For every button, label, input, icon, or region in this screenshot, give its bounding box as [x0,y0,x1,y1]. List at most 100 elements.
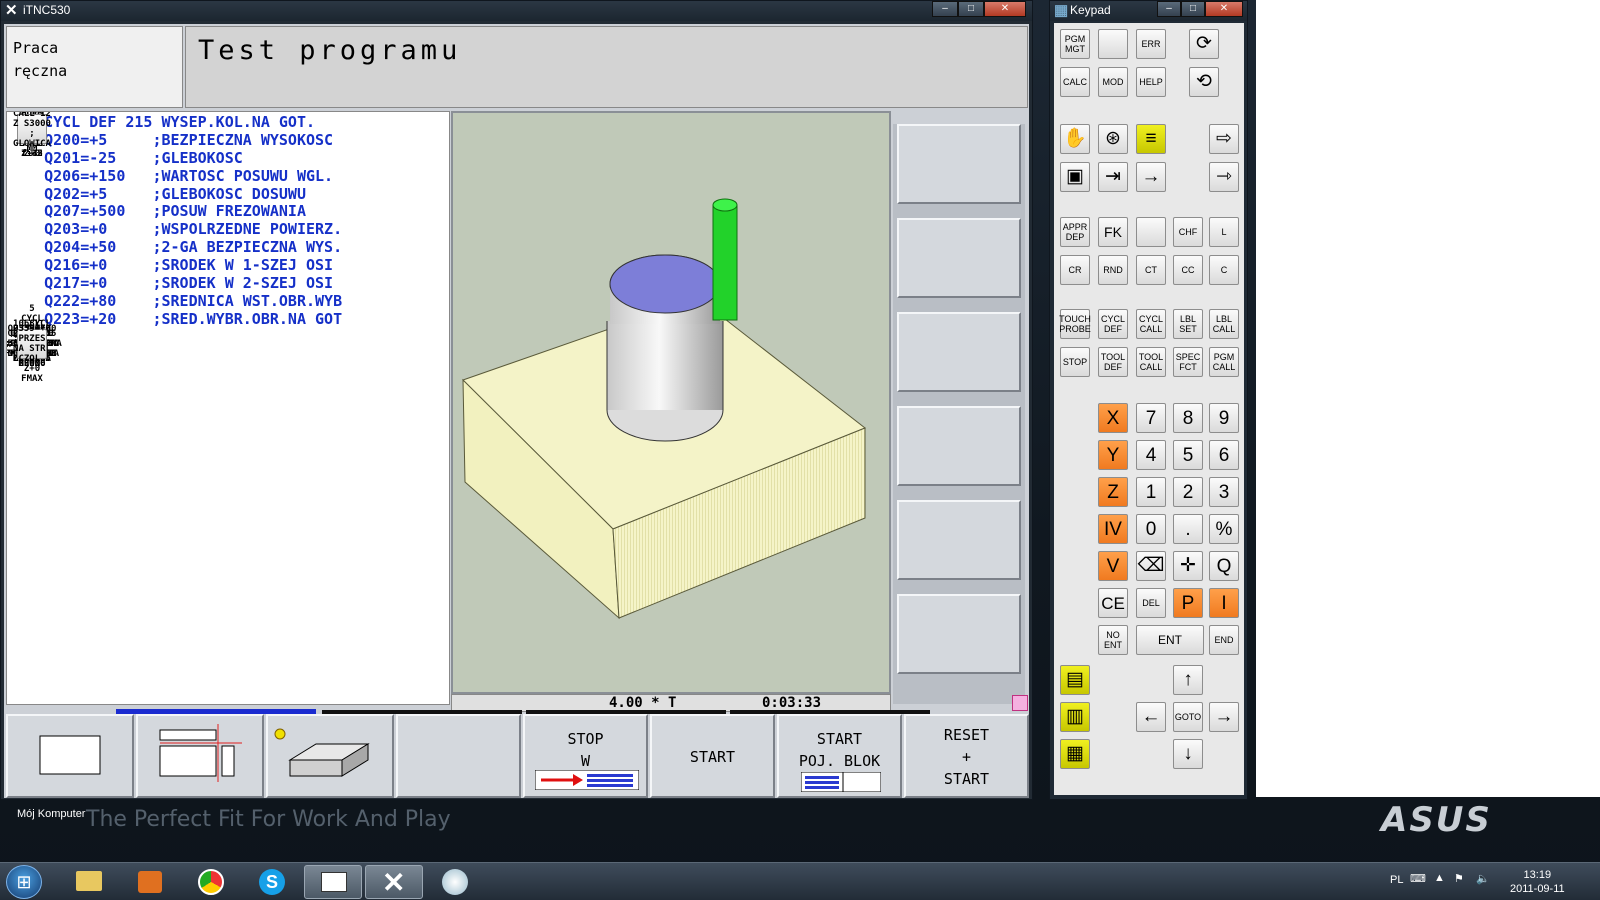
softkey-start[interactable]: START [650,714,775,798]
key-7[interactable]: 7 [1136,403,1166,433]
key-appr-dep[interactable]: APPR DEP [1060,217,1090,247]
key-blank-1[interactable] [1098,29,1128,59]
arrow-left-icon[interactable]: ← [1136,702,1166,732]
key-help[interactable]: HELP [1136,67,1166,97]
program-line[interactable]: Q204=+50 ;2-GA BEZPIECZNA WYS. [17,238,449,257]
media-player-taskbar-icon[interactable] [121,865,179,899]
key-cycl-call[interactable]: CYCL CALL [1136,309,1166,339]
vertical-softkey-3[interactable] [897,312,1021,392]
paint-taskbar-icon[interactable] [426,865,484,899]
program-line[interactable]: Q202=+5 ;GLEBOKOSC DOSUWU [17,185,449,204]
key-1[interactable]: 1 [1136,477,1166,507]
key-ct[interactable]: CT [1136,255,1166,285]
language-indicator[interactable]: PL [1390,874,1403,886]
softkey-view-3d[interactable] [266,714,394,798]
vertical-softkey-5[interactable] [897,500,1021,580]
keypad-titlebar[interactable]: ▦ Keypad – □ ✕ [1050,1,1247,21]
arrow-up-icon[interactable]: ↑ [1173,665,1203,695]
skype-taskbar-icon[interactable]: S [243,865,301,899]
key-axis-z[interactable]: Z [1098,477,1128,507]
key-spec-fct[interactable]: SPEC FCT [1173,347,1203,377]
key-mod[interactable]: MOD [1098,67,1128,97]
program-line[interactable]: Q207=+500 ;POSUW FREZOWANIA [17,203,449,221]
graphics-corner-icon[interactable] [1012,695,1028,711]
key-percent[interactable]: % [1209,514,1239,544]
manual-hand-icon[interactable]: ✋ [1060,124,1090,154]
chrome-taskbar-icon[interactable] [182,865,240,899]
key-axis-y[interactable]: Y [1098,440,1128,470]
position-mdi-icon[interactable]: ▣ [1060,162,1090,192]
program-run-single-icon[interactable]: ⇥ [1098,162,1128,192]
program-listing[interactable]: 0 BEGIN PGM ble 2 MM1 BLK FORM 0.1 Z X-2… [6,111,450,705]
program-run-full-icon[interactable]: ≡ [1136,124,1166,154]
key-circle[interactable]: C [1209,255,1239,285]
tray-expand-icon[interactable]: ▲ [1434,872,1445,884]
keypad-minimize-button[interactable]: – [1157,1,1181,17]
key-tool-call[interactable]: TOOL CALL [1136,347,1166,377]
key-6[interactable]: 6 [1209,440,1239,470]
key-cr[interactable]: CR [1060,255,1090,285]
key-rnd[interactable]: RND [1098,255,1128,285]
tnc-titlebar[interactable]: ✕ iTNC530 – □ ✕ [1,1,1032,21]
program-line[interactable]: Q223=+20 ;SRED.WYBR.OBR.NA GOT [17,310,449,329]
volume-icon[interactable]: 🔈 [1476,872,1490,885]
test-run-icon[interactable]: ⇾ [1209,162,1239,192]
key-pgm-call[interactable]: PGM CALL [1209,347,1239,377]
key-goto[interactable]: GOTO [1173,702,1203,732]
program-line[interactable]: 3 TOOL CALL 12 Z S3000 ; GLOWICA fi32 [13,112,51,159]
keypad-close-button[interactable]: ✕ [1205,1,1243,17]
key-p[interactable]: P [1173,588,1203,618]
vertical-softkey-2[interactable] [897,218,1021,298]
key-axis-iv[interactable]: IV [1098,514,1128,544]
softkey-start-single-block[interactable]: START POJ. BLOK [777,714,902,798]
key-ce[interactable]: CE [1098,588,1128,618]
key-axis-v[interactable]: V [1098,551,1128,581]
softkey-view-3-planes[interactable] [136,714,264,798]
key-decimal[interactable]: . [1173,514,1203,544]
program-line[interactable]: Q222=+80 ;SREDNICA WST.OBR.WYB [17,292,449,311]
key-tool-def[interactable]: TOOL DEF [1098,347,1128,377]
keypad-maximize-button[interactable]: □ [1181,1,1205,17]
action-center-flag-icon[interactable]: ⚑ [1454,872,1464,885]
arrow-right-icon[interactable]: → [1209,702,1239,732]
program-line[interactable]: 4 CYCL DEF 215 WYSEP.KOL.NA GOT. [17,113,449,132]
key-8[interactable]: 8 [1173,403,1203,433]
handwheel-icon[interactable]: ⊛ [1098,124,1128,154]
plus-minus-icon[interactable]: ✛ [1173,551,1203,581]
start-button[interactable]: ⊞ [6,865,42,899]
softkey-stop-at[interactable]: STOP W [523,714,648,798]
key-3[interactable]: 3 [1209,477,1239,507]
vertical-softkey-1[interactable] [897,124,1021,204]
program-line[interactable]: Q203=+0 ;WSPOLRZEDNE POWIERZ. [17,220,449,239]
minimize-button[interactable]: – [932,1,958,17]
rotate-icon[interactable]: ⟲ [1189,67,1219,97]
key-i[interactable]: I [1209,588,1239,618]
key-5[interactable]: 5 [1173,440,1203,470]
key-fk[interactable]: FK [1098,217,1128,247]
program-line[interactable]: Q216=+0 ;SRODEK W 1-SZEJ OSI [17,256,449,275]
program-line[interactable]: Q217=+0 ;SRODEK W 2-SZEJ OSI [17,274,449,293]
key-axis-x[interactable]: X [1098,403,1128,433]
page-up-icon[interactable]: ▥ [1060,702,1090,732]
key-no-ent[interactable]: NO ENT [1098,625,1128,655]
program-line[interactable]: Q206=+150 ;WARTOSC POSUWU WGL. [17,167,449,186]
key-end[interactable]: END [1209,625,1239,655]
softkey-reset-start[interactable]: RESET + START [904,714,1029,798]
keypad-taskbar-icon[interactable] [304,865,362,899]
key-calc[interactable]: CALC [1060,67,1090,97]
key-cycl-def[interactable]: CYCL DEF [1098,309,1128,339]
key-chf[interactable]: CHF [1173,217,1203,247]
screen-layout-icon[interactable]: ▤ [1060,665,1090,695]
key-touch-probe[interactable]: TOUCH PROBE [1059,309,1091,339]
key-ent[interactable]: ENT [1136,625,1204,655]
program-line[interactable]: Q359=+0 ;PRZES. NA STR. CZOL. [13,324,51,364]
program-edit-icon[interactable]: ⇨ [1209,124,1239,154]
vertical-softkey-6[interactable] [897,594,1021,674]
key-0[interactable]: 0 [1136,514,1166,544]
tnc-taskbar-icon[interactable]: ✕ [365,865,423,899]
key-blank-2[interactable] [1136,217,1166,247]
key-2[interactable]: 2 [1173,477,1203,507]
program-line[interactable]: Q200=+5 ;BEZPIECZNA WYSOKOSC [17,131,449,150]
backspace-icon[interactable]: ⌫ [1136,551,1166,581]
key-stop[interactable]: STOP [1060,347,1090,377]
